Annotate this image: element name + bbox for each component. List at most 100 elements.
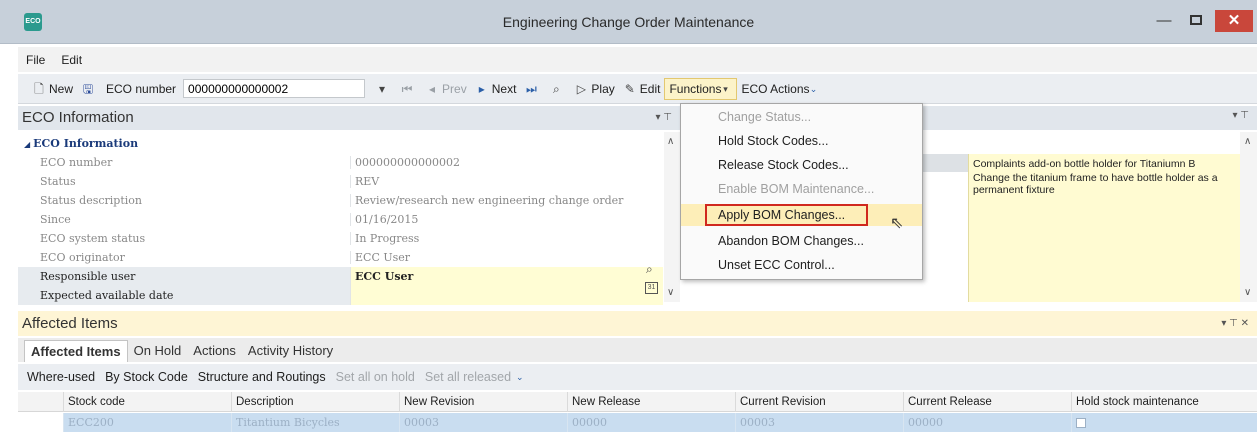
notes-line: Change the titanium frame to have bottle… xyxy=(973,172,1218,196)
tab-actions[interactable]: Actions xyxy=(187,340,242,362)
hold-stock-checkbox[interactable] xyxy=(1076,418,1086,428)
window-title: Engineering Change Order Maintenance xyxy=(502,14,755,30)
tab-activity-history[interactable]: Activity History xyxy=(242,340,339,362)
column-header[interactable]: Description xyxy=(231,392,399,412)
scroll-down-icon[interactable]: ∨ xyxy=(1244,287,1251,298)
menu-item-unset-ecc-control[interactable]: Unset ECC Control... xyxy=(681,254,922,276)
edit-icon: ✎ xyxy=(624,81,635,96)
apply-bom-highlight-box xyxy=(705,204,868,226)
save-button[interactable]: 🖫 xyxy=(77,78,102,100)
calendar-icon[interactable]: 31 xyxy=(645,282,658,294)
set-all-released-button[interactable]: Set all released xyxy=(420,366,516,388)
first-record-button[interactable]: ⏮ xyxy=(396,78,421,100)
grid-row[interactable]: ECO system status In Progress xyxy=(18,229,663,248)
row-selector[interactable] xyxy=(18,413,63,432)
column-header[interactable]: New Release xyxy=(567,392,735,412)
eco-actions-button[interactable]: ECO Actions ⌄ xyxy=(737,78,824,100)
expected-date-field[interactable] xyxy=(350,286,663,305)
hold-stock-maintenance-cell xyxy=(1071,413,1257,432)
affected-tabs: Affected Items On Hold Actions Activity … xyxy=(18,338,1257,362)
new-release-cell: 00000 xyxy=(567,413,735,432)
eco-info-grid: ◢ ECO Information ECO number 000000000000… xyxy=(18,132,680,305)
field-label: ECO originator xyxy=(40,251,125,264)
new-revision-cell: 00003 xyxy=(399,413,567,432)
expected-date-row[interactable]: Expected available date xyxy=(18,286,663,305)
eco-info-panel-title: ECO Information xyxy=(22,109,134,126)
column-header[interactable]: Current Revision xyxy=(735,392,903,412)
notes-text-area[interactable]: Complaints add-on bottle holder for Tita… xyxy=(968,154,1240,302)
search-button[interactable]: ⌕ xyxy=(545,78,570,100)
close-button[interactable]: ✕ xyxy=(1215,10,1253,32)
section-header[interactable]: ◢ ECO Information xyxy=(18,134,663,153)
maximize-button[interactable] xyxy=(1182,10,1210,32)
minimize-button[interactable]: — xyxy=(1150,10,1178,32)
column-header[interactable]: Stock code xyxy=(63,392,231,412)
responsible-user-field[interactable]: ECC User xyxy=(350,267,663,286)
current-release-cell: 00000 xyxy=(903,413,1071,432)
grid-row[interactable]: ECO number 000000000000002 xyxy=(18,153,663,172)
maximize-icon xyxy=(1190,15,1202,25)
field-label: Status xyxy=(40,175,76,188)
search-icon[interactable]: ⌕ xyxy=(646,262,653,277)
functions-menu-button[interactable]: Functions ▾ xyxy=(664,77,738,100)
grid-row[interactable]: Status REV xyxy=(18,172,663,191)
tab-on-hold[interactable]: On Hold xyxy=(128,340,188,362)
panel-controls-icon[interactable]: ▾ ⊤ ✕ xyxy=(1221,311,1249,336)
structure-and-routings-button[interactable]: Structure and Routings xyxy=(193,366,331,388)
grid-row[interactable]: ECO originator ECC User xyxy=(18,248,663,267)
save-icon: 🖫 xyxy=(82,81,94,96)
eco-info-scrollbar[interactable]: ∧ ∨ xyxy=(664,132,680,302)
new-document-icon: 🗋 xyxy=(34,81,44,96)
responsible-user-row[interactable]: Responsible user ECC User xyxy=(18,267,663,286)
field-value: 01/16/2015 xyxy=(350,213,663,226)
tab-affected-items[interactable]: Affected Items xyxy=(24,340,128,362)
grid-row[interactable]: Status description Review/research new e… xyxy=(18,191,663,210)
where-used-button[interactable]: Where-used xyxy=(22,366,100,388)
overflow-icon: ⌄ xyxy=(809,83,818,94)
menu-file[interactable]: File xyxy=(18,53,53,67)
new-label: New xyxy=(49,81,74,96)
play-label: Play xyxy=(591,81,615,96)
notes-pin-icon[interactable]: ▾ ⊤ xyxy=(1232,110,1249,121)
menu-item-abandon-bom-changes[interactable]: Abandon BOM Changes... xyxy=(681,230,922,252)
first-icon: ⏮ xyxy=(401,81,413,96)
pin-icon[interactable]: ▾ ⊤ xyxy=(655,106,672,130)
column-header[interactable]: Current Release xyxy=(903,392,1071,412)
notes-scrollbar[interactable]: ∧ ∨ xyxy=(1240,132,1257,302)
prev-icon: ◂ xyxy=(429,81,436,96)
grid-row[interactable]: Since 01/16/2015 xyxy=(18,210,663,229)
table-row[interactable]: ECC200 Titantium Bicycles 00003 00000 00… xyxy=(18,413,1257,432)
play-icon: ▷ xyxy=(576,81,587,96)
functions-dropdown-menu: Change Status... Hold Stock Codes... Rel… xyxy=(680,103,923,280)
eco-number-input[interactable] xyxy=(183,79,366,98)
scroll-up-icon[interactable]: ∧ xyxy=(1244,136,1251,147)
prev-button[interactable]: ◂ Prev xyxy=(421,78,471,100)
scroll-up-icon[interactable]: ∧ xyxy=(667,136,674,147)
menu-item-change-status[interactable]: Change Status... xyxy=(681,106,922,128)
last-record-button[interactable]: ⏭ xyxy=(520,78,545,100)
edit-label: Edit xyxy=(639,81,661,96)
column-header[interactable]: New Revision xyxy=(399,392,567,412)
set-all-on-hold-button[interactable]: Set all on hold xyxy=(331,366,420,388)
next-button[interactable]: ▸ Next xyxy=(471,78,521,100)
menu-item-hold-stock-codes[interactable]: Hold Stock Codes... xyxy=(681,130,922,152)
menu-edit[interactable]: Edit xyxy=(53,53,90,67)
overflow-icon[interactable]: ⌄ xyxy=(516,372,524,383)
eco-number-dropdown[interactable]: ▾ xyxy=(371,78,396,100)
field-value: In Progress xyxy=(350,232,663,245)
scroll-down-icon[interactable]: ∨ xyxy=(667,287,674,298)
column-header[interactable]: Hold stock maintenance xyxy=(1071,392,1257,412)
mouse-cursor-icon: ⇖ xyxy=(890,215,904,232)
search-icon: ⌕ xyxy=(553,81,560,96)
collapse-icon: ◢ xyxy=(24,139,31,149)
menu-item-enable-bom-maintenance[interactable]: Enable BOM Maintenance... xyxy=(681,178,922,200)
main-toolbar: 🗋 New 🖫 ECO number ▾ ⏮ ◂ Prev ▸ Next ⏭ ⌕… xyxy=(18,74,1257,104)
eco-info-panel-header: ECO Information ▾ ⊤ xyxy=(18,106,680,130)
play-button[interactable]: ▷ Play xyxy=(570,78,618,100)
field-value: ECC User xyxy=(350,251,663,264)
edit-button[interactable]: ✎ Edit xyxy=(619,78,665,100)
new-button[interactable]: 🗋 New xyxy=(28,78,77,100)
by-stock-code-button[interactable]: By Stock Code xyxy=(100,366,193,388)
menu-item-release-stock-codes[interactable]: Release Stock Codes... xyxy=(681,154,922,176)
field-value: REV xyxy=(350,175,663,188)
